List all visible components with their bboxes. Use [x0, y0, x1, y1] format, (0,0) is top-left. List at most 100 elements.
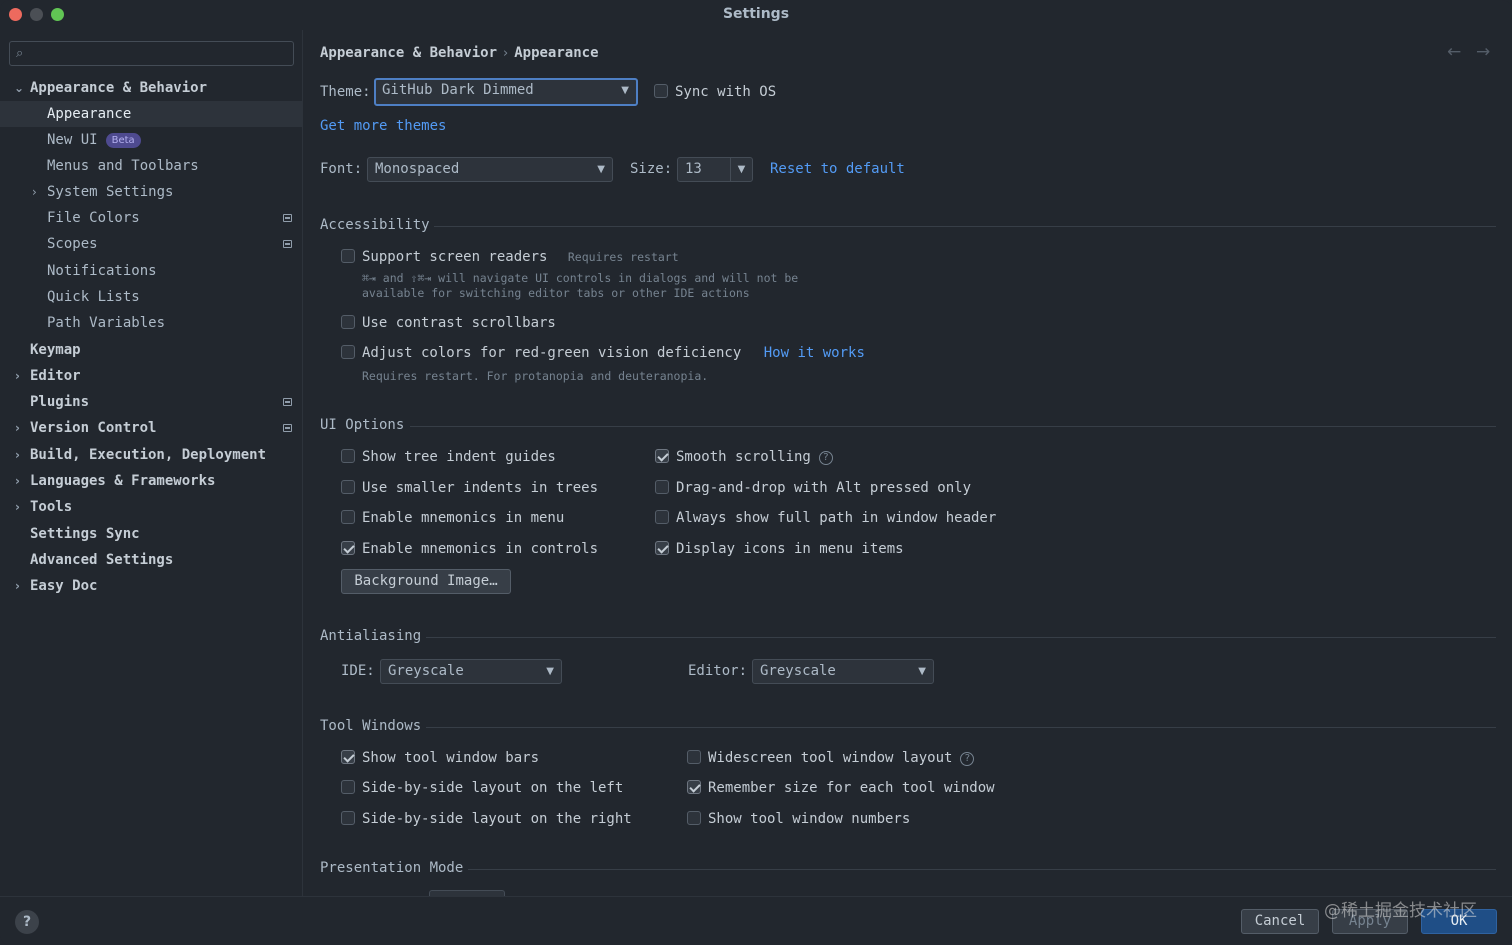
reset-font-link[interactable]: Reset to default	[770, 161, 905, 177]
breadcrumb: Appearance & Behavior › Appearance	[320, 45, 599, 61]
mnemonics-menu-checkbox[interactable]: Enable mnemonics in menu	[341, 508, 564, 528]
search-input[interactable]	[36, 44, 286, 63]
project-level-icon	[283, 424, 292, 432]
checkbox-box[interactable]	[687, 811, 701, 825]
checkbox-box[interactable]	[687, 750, 701, 764]
chevron-right-icon[interactable]: ›	[15, 468, 20, 494]
settings-content: Appearance & Behavior › Appearance ← → The…	[304, 30, 1512, 896]
sidebar-item-build-execution-deployment[interactable]: › Build, Execution, Deployment	[0, 442, 303, 468]
sidebar-item-appearance[interactable]: Appearance	[0, 101, 303, 127]
checkbox-box[interactable]	[341, 811, 355, 825]
help-icon[interactable]: ?	[818, 451, 833, 465]
section-divider	[468, 869, 1496, 870]
ide-antialiasing-dropdown[interactable]: Greyscale ▼	[380, 659, 562, 684]
sidebar-item-file-colors[interactable]: File Colors	[0, 205, 303, 231]
font-size-combobox[interactable]: 13 ▼	[677, 157, 753, 182]
sidebar-item-notifications[interactable]: Notifications	[0, 258, 303, 284]
project-level-icon	[283, 214, 292, 222]
chevron-right-icon[interactable]: ›	[32, 179, 37, 205]
project-level-icon	[283, 240, 292, 248]
full-path-header-checkbox[interactable]: Always show full path in window header	[655, 508, 996, 528]
settings-search[interactable]: ⌕	[9, 41, 294, 66]
sidebar-item-new-ui[interactable]: New UI Beta	[0, 127, 303, 153]
breadcrumb-parent[interactable]: Appearance & Behavior	[320, 45, 497, 61]
chevron-right-icon[interactable]: ›	[15, 442, 20, 468]
requires-restart-note: Requires restart	[567, 250, 679, 264]
checkbox-box[interactable]	[654, 84, 668, 98]
widescreen-layout-checkbox[interactable]: Widescreen tool window layout?	[687, 748, 975, 768]
background-image-button[interactable]: Background Image…	[341, 569, 511, 594]
screen-readers-checkbox[interactable]: Support screen readers Requires restart	[341, 247, 679, 267]
contrast-scrollbars-checkbox[interactable]: Use contrast scrollbars	[341, 313, 556, 333]
chevron-right-icon[interactable]: ›	[15, 363, 20, 389]
drag-drop-alt-checkbox[interactable]: Drag-and-drop with Alt pressed only	[655, 478, 971, 498]
forward-arrow-icon[interactable]: →	[1476, 42, 1490, 62]
checkbox-box[interactable]	[341, 510, 355, 524]
sidebar-item-advanced-settings[interactable]: Advanced Settings	[0, 547, 303, 573]
side-by-side-right-checkbox[interactable]: Side-by-side layout on the right	[341, 809, 632, 829]
sidebar-item-plugins[interactable]: Plugins	[0, 389, 303, 415]
checkbox-box[interactable]	[341, 750, 355, 764]
checkbox-box[interactable]	[655, 449, 669, 463]
back-arrow-icon[interactable]: ←	[1447, 42, 1461, 62]
dropdown-arrow-icon: ▼	[597, 164, 605, 175]
sidebar-item-scopes[interactable]: Scopes	[0, 231, 303, 257]
help-icon[interactable]: ?	[15, 910, 39, 934]
checkbox-box[interactable]	[341, 780, 355, 794]
font-dropdown[interactable]: Monospaced ▼	[367, 157, 613, 182]
sidebar-item-keymap[interactable]: Keymap	[0, 337, 303, 363]
sidebar-item-quick-lists[interactable]: Quick Lists	[0, 284, 303, 310]
sidebar-item-menus-toolbars[interactable]: Menus and Toolbars	[0, 153, 303, 179]
sidebar-item-easy-doc[interactable]: › Easy Doc	[0, 573, 303, 599]
project-level-icon	[283, 398, 292, 406]
section-divider	[426, 637, 1496, 638]
tool-window-numbers-checkbox[interactable]: Show tool window numbers	[687, 809, 910, 829]
antialiasing-section-title: Antialiasing	[320, 628, 422, 644]
checkbox-box[interactable]	[655, 541, 669, 555]
sidebar-item-version-control[interactable]: › Version Control	[0, 415, 303, 441]
chevron-right-icon[interactable]: ›	[15, 415, 20, 441]
tree-indent-guides-checkbox[interactable]: Show tree indent guides	[341, 447, 556, 467]
sidebar-item-editor[interactable]: › Editor	[0, 363, 303, 389]
remember-size-checkbox[interactable]: Remember size for each tool window	[687, 778, 995, 798]
checkbox-box[interactable]	[655, 480, 669, 494]
screen-readers-hint-line1: ⌘⇥ and ⇧⌘⇥ will navigate UI controls in …	[362, 271, 799, 285]
search-icon: ⌕	[16, 46, 24, 61]
checkbox-box[interactable]	[687, 780, 701, 794]
sync-with-os-checkbox[interactable]: Sync with OS	[654, 82, 776, 102]
side-by-side-left-checkbox[interactable]: Side-by-side layout on the left	[341, 778, 623, 798]
checkbox-box[interactable]	[341, 249, 355, 263]
checkbox-box[interactable]	[655, 510, 669, 524]
checkbox-box[interactable]	[341, 449, 355, 463]
get-more-themes-link[interactable]: Get more themes	[320, 118, 446, 134]
editor-antialiasing-dropdown[interactable]: Greyscale ▼	[752, 659, 934, 684]
theme-dropdown[interactable]: GitHub Dark Dimmed ▼	[374, 78, 638, 106]
checkbox-box[interactable]	[341, 345, 355, 359]
sidebar-item-path-variables[interactable]: Path Variables	[0, 310, 303, 336]
sidebar-item-settings-sync[interactable]: Settings Sync	[0, 521, 303, 547]
chevron-down-icon[interactable]: ⌄	[14, 75, 24, 101]
how-it-works-link[interactable]: How it works	[764, 345, 865, 361]
dropdown-arrow-icon: ▼	[621, 85, 629, 96]
dropdown-arrow-icon: ▼	[546, 666, 554, 677]
help-icon[interactable]: ?	[960, 752, 975, 766]
sidebar-item-appearance-behavior[interactable]: ⌄ Appearance & Behavior	[0, 75, 303, 101]
checkbox-box[interactable]	[341, 480, 355, 494]
icons-in-menu-checkbox[interactable]: Display icons in menu items	[655, 539, 904, 559]
cancel-button[interactable]: Cancel	[1241, 909, 1319, 934]
smooth-scrolling-checkbox[interactable]: Smooth scrolling?	[655, 447, 833, 467]
sidebar-item-system-settings[interactable]: › System Settings	[0, 179, 303, 205]
title-bar: Settings	[0, 0, 1512, 30]
mnemonics-controls-checkbox[interactable]: Enable mnemonics in controls	[341, 539, 598, 559]
chevron-right-icon[interactable]: ›	[15, 573, 20, 599]
red-green-deficiency-checkbox[interactable]: Adjust colors for red-green vision defic…	[341, 343, 865, 363]
beta-badge: Beta	[105, 133, 141, 148]
sidebar-item-tools[interactable]: › Tools	[0, 494, 303, 520]
tool-window-bars-checkbox[interactable]: Show tool window bars	[341, 748, 539, 768]
checkbox-box[interactable]	[341, 315, 355, 329]
chevron-right-icon[interactable]: ›	[15, 494, 20, 520]
sidebar-item-languages-frameworks[interactable]: › Languages & Frameworks	[0, 468, 303, 494]
dropdown-arrow-icon[interactable]: ▼	[730, 158, 752, 181]
smaller-indents-checkbox[interactable]: Use smaller indents in trees	[341, 478, 598, 498]
checkbox-box[interactable]	[341, 541, 355, 555]
